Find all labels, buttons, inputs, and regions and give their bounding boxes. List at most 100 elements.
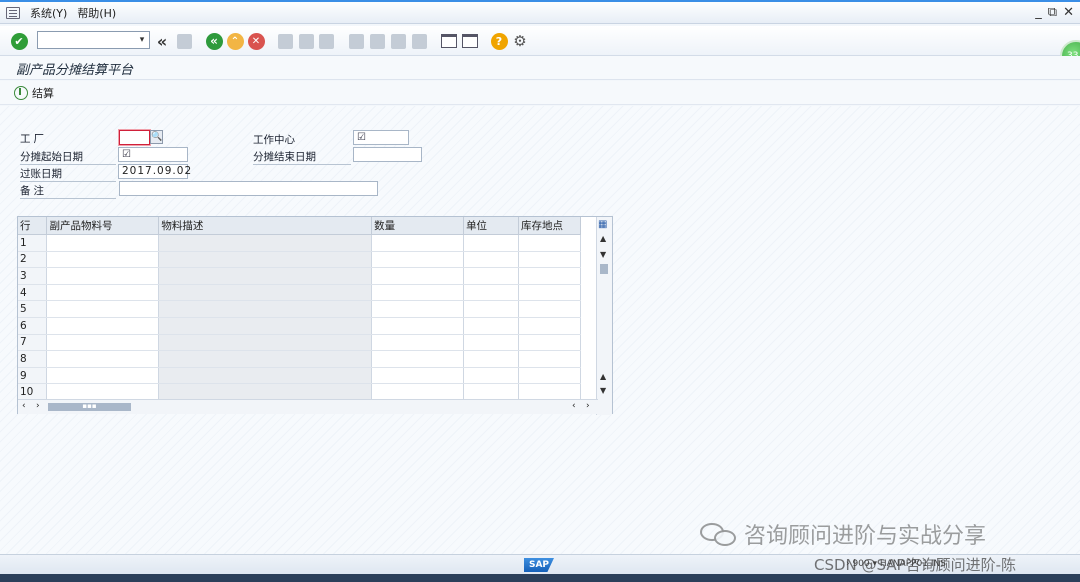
material-cell[interactable]	[46, 267, 160, 285]
scroll-right-end-icon[interactable]: ›	[586, 401, 590, 411]
table-settings-icon[interactable]: ▦	[598, 219, 607, 230]
row-number: 2	[18, 251, 48, 269]
close-button[interactable]: ✕	[1063, 5, 1074, 20]
unit-cell[interactable]	[463, 350, 520, 368]
quantity-cell[interactable]	[371, 317, 465, 335]
vertical-scrollbar[interactable]: ▦ ▲ ▼ ▲ ▼	[596, 217, 612, 415]
unit-cell[interactable]	[463, 284, 520, 302]
material-cell[interactable]	[46, 300, 160, 318]
back-nav-icon[interactable]: «	[153, 32, 171, 51]
storage-location-cell[interactable]	[518, 383, 581, 401]
remark-input[interactable]	[119, 181, 378, 196]
scroll-left-icon[interactable]: ‹	[22, 401, 26, 411]
scroll-right-icon[interactable]: ›	[36, 401, 40, 411]
col-header-material[interactable]: 副产品物料号	[46, 217, 160, 235]
chevron-down-icon[interactable]: ▾	[136, 33, 148, 47]
row-number: 10	[18, 383, 48, 401]
watermark-wechat: 咨询顾问进阶与实战分享	[700, 518, 986, 550]
remark-label: 备注	[20, 183, 116, 199]
table-row: 5	[18, 300, 581, 318]
unit-cell[interactable]	[463, 334, 520, 352]
row-number: 6	[18, 317, 48, 335]
quantity-cell[interactable]	[371, 383, 465, 401]
search-help-icon[interactable]: 🔍	[150, 130, 163, 144]
exit-icon[interactable]: ⌃	[226, 32, 244, 50]
storage-location-cell[interactable]	[518, 300, 581, 318]
col-header-row[interactable]: 行	[18, 217, 48, 235]
menu-icon[interactable]	[6, 6, 20, 19]
unit-cell[interactable]	[463, 234, 520, 252]
unit-cell[interactable]	[463, 251, 520, 269]
alloc-start-date-input[interactable]: ☑	[118, 147, 188, 162]
col-header-description[interactable]: 物料描述	[158, 217, 373, 235]
scroll-down-icon[interactable]: ▼	[600, 250, 606, 259]
quantity-cell[interactable]	[371, 284, 465, 302]
back-icon[interactable]: «	[205, 32, 223, 50]
check-icon[interactable]: ✔	[10, 32, 28, 50]
execute-label: 结算	[32, 87, 54, 100]
material-cell[interactable]	[46, 350, 160, 368]
help-icon[interactable]: ?	[490, 32, 508, 50]
storage-location-cell[interactable]	[518, 334, 581, 352]
storage-location-cell[interactable]	[518, 284, 581, 302]
restore-button[interactable]: ⧉	[1048, 5, 1057, 20]
table-row: 7	[18, 334, 581, 352]
storage-location-cell[interactable]	[518, 350, 581, 368]
menu-system[interactable]: 系统(Y)	[30, 5, 67, 21]
page-title: 副产品分摊结算平台	[16, 63, 134, 78]
alloc-end-date-input[interactable]	[353, 147, 422, 162]
cancel-icon[interactable]: ✕	[247, 32, 265, 50]
material-cell[interactable]	[46, 284, 160, 302]
alloc-start-date-label: 分摊起始日期	[20, 149, 116, 165]
unit-cell[interactable]	[463, 383, 520, 401]
unit-cell[interactable]	[463, 300, 520, 318]
scroll-left-end-icon[interactable]: ‹	[572, 401, 576, 411]
quantity-cell[interactable]	[371, 350, 465, 368]
page-up-icon[interactable]: ▲	[600, 372, 606, 381]
quantity-cell[interactable]	[371, 300, 465, 318]
scroll-up-icon[interactable]: ▲	[600, 234, 606, 243]
quantity-cell[interactable]	[371, 334, 465, 352]
row-number: 5	[18, 300, 48, 318]
storage-location-cell[interactable]	[518, 317, 581, 335]
storage-location-cell[interactable]	[518, 251, 581, 269]
posting-date-input[interactable]: 2017.09.02	[118, 164, 191, 179]
page-down-icon[interactable]: ▼	[600, 386, 606, 395]
material-cell[interactable]	[46, 251, 160, 269]
menu-help[interactable]: 帮助(H)	[77, 5, 116, 21]
work-center-input[interactable]: ☑	[353, 130, 409, 145]
last-page-icon	[410, 32, 428, 50]
execute-button[interactable]: 结算	[14, 85, 54, 101]
quantity-cell[interactable]	[371, 234, 465, 252]
storage-location-cell[interactable]	[518, 367, 581, 385]
quantity-cell[interactable]	[371, 251, 465, 269]
material-cell[interactable]	[46, 383, 160, 401]
horizontal-scroll-thumb[interactable]: ▪▪▪	[48, 403, 131, 411]
material-cell[interactable]	[46, 367, 160, 385]
watermark-csdn: CSDN @SAP咨询顾问进阶-陈	[814, 556, 1017, 574]
quantity-cell[interactable]	[371, 267, 465, 285]
material-cell[interactable]	[46, 317, 160, 335]
quantity-cell[interactable]	[371, 367, 465, 385]
vertical-scroll-thumb[interactable]	[600, 264, 608, 274]
shortcut-icon[interactable]	[461, 32, 479, 50]
plant-input[interactable]	[119, 130, 150, 145]
storage-location-cell[interactable]	[518, 234, 581, 252]
minimize-button[interactable]: _	[1035, 5, 1042, 20]
material-cell[interactable]	[46, 234, 160, 252]
horizontal-scrollbar[interactable]: ‹ › ▪▪▪ ‹ ›	[18, 399, 598, 414]
new-session-icon[interactable]	[440, 32, 458, 50]
sap-logo: SAP	[524, 558, 554, 572]
unit-cell[interactable]	[463, 367, 520, 385]
col-header-unit[interactable]: 单位	[463, 217, 520, 235]
col-header-quantity[interactable]: 数量	[371, 217, 465, 235]
row-number: 9	[18, 367, 48, 385]
storage-location-cell[interactable]	[518, 267, 581, 285]
col-header-storage-location[interactable]: 库存地点	[518, 217, 581, 235]
settings-icon[interactable]: ⚙	[511, 32, 529, 50]
unit-cell[interactable]	[463, 267, 520, 285]
unit-cell[interactable]	[463, 317, 520, 335]
plant-label: 工厂	[20, 133, 47, 145]
command-field[interactable]: ▾	[37, 31, 150, 49]
material-cell[interactable]	[46, 334, 160, 352]
